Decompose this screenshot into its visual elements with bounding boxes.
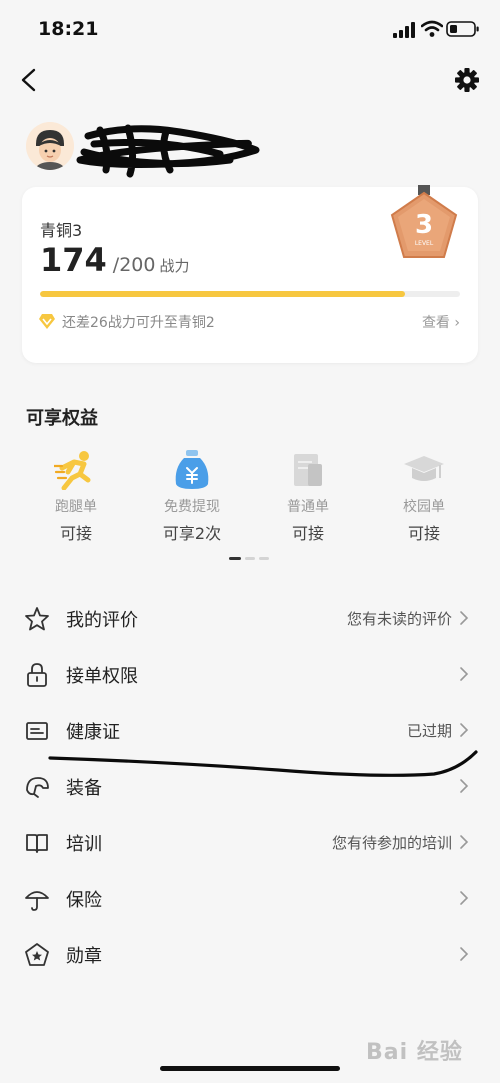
money-bag-icon — [175, 450, 209, 489]
benefits-grid: 跑腿单 可接 免费提现 可享2次 普通单 可接 校园单 可接 — [18, 446, 482, 546]
score-unit: 战力 — [159, 257, 190, 275]
medal-number: 3 — [415, 210, 433, 240]
score-row: 174/200 战力 — [40, 241, 189, 281]
status-bar: 18:21 — [0, 0, 500, 58]
medal-caption: LEVEL — [415, 240, 434, 247]
benefit-label: 免费提现 — [164, 499, 220, 515]
diamond-icon — [39, 314, 55, 329]
id-card-icon — [26, 722, 48, 740]
runner-icon — [54, 451, 91, 490]
chevron-right-icon — [460, 723, 469, 737]
progress-fill — [40, 291, 406, 297]
watermark-logo: Bai 经验 — [366, 1024, 486, 1068]
medal-badge-icon — [25, 943, 49, 966]
chevron-right-icon — [460, 947, 469, 961]
chevron-right-icon — [460, 667, 469, 681]
score-total: /200 — [112, 254, 156, 276]
view-link[interactable]: 查看 › — [422, 312, 460, 332]
benefit-item-campus[interactable]: 校园单 可接 — [366, 446, 482, 546]
menu-item-order-permission[interactable]: 接单权限 — [0, 646, 500, 702]
status-time: 18:21 — [38, 18, 99, 40]
avatar[interactable] — [26, 122, 74, 170]
page-dot — [245, 557, 255, 560]
document-icon — [294, 454, 322, 486]
redacted-name-scribble — [76, 124, 260, 178]
chevron-right-icon — [460, 891, 469, 905]
menu-value: 您有待参加的培训 — [331, 834, 452, 852]
level-name: 青铜3 — [40, 221, 83, 240]
menu-item-training[interactable]: 培训 您有待参加的培训 — [0, 814, 500, 870]
menu-value: 您有未读的评价 — [346, 610, 452, 628]
gear-icon[interactable] — [452, 64, 482, 96]
chevron-right-icon — [460, 835, 469, 849]
graduation-cap-icon — [404, 456, 444, 481]
menu-value: 已过期 — [406, 722, 452, 740]
page-indicator — [229, 557, 273, 561]
benefits-title: 可享权益 — [26, 408, 98, 429]
menu-label: 保险 — [66, 890, 102, 911]
menu-label: 接单权限 — [66, 666, 138, 687]
helmet-icon — [26, 777, 49, 798]
lock-icon — [27, 663, 47, 687]
signal-icon — [393, 22, 415, 38]
benefit-status: 可接 — [291, 524, 324, 543]
ink-annotation-line — [48, 750, 478, 777]
star-icon — [25, 607, 49, 631]
benefit-item-errand[interactable]: 跑腿单 可接 — [18, 446, 134, 546]
progress-track — [40, 291, 460, 297]
benefit-label: 校园单 — [403, 499, 445, 515]
home-indicator — [160, 1066, 340, 1071]
level-card[interactable]: 青铜3 174/200 战力 3 LEVEL 还差26战力可升至青铜2 查看 › — [22, 185, 478, 363]
benefit-status: 可享2次 — [162, 524, 222, 543]
benefit-status: 可接 — [407, 524, 440, 543]
page-dot-active — [229, 557, 241, 560]
menu-label: 培训 — [66, 834, 102, 855]
benefit-status: 可接 — [59, 524, 92, 543]
menu-label: 健康证 — [66, 722, 120, 743]
avatar-illustration — [26, 122, 74, 170]
score-value: 174 — [40, 241, 107, 279]
battery-icon — [446, 21, 479, 37]
benefit-item-normal[interactable]: 普通单 可接 — [250, 446, 366, 546]
watermark-text: Bai 经验 — [366, 1040, 463, 1065]
menu-item-insurance[interactable]: 保险 — [0, 870, 500, 926]
wifi-icon — [421, 20, 443, 37]
umbrella-icon — [25, 891, 49, 911]
menu-label: 我的评价 — [66, 610, 138, 631]
chevron-right-icon — [460, 611, 469, 625]
book-icon — [26, 834, 48, 853]
benefit-item-withdraw[interactable]: 免费提现 可享2次 — [134, 446, 250, 546]
benefit-label: 普通单 — [287, 499, 329, 515]
bronze-medal-icon: 3 LEVEL — [390, 185, 458, 258]
hint-row: 还差26战力可升至青铜2 查看 › — [38, 311, 462, 331]
back-icon[interactable] — [14, 64, 44, 96]
menu-item-medals[interactable]: 勋章 — [0, 926, 500, 982]
benefit-label: 跑腿单 — [55, 499, 97, 515]
menu-label: 勋章 — [66, 946, 102, 967]
menu-item-reviews[interactable]: 我的评价 您有未读的评价 — [0, 590, 500, 646]
upgrade-hint: 还差26战力可升至青铜2 — [62, 315, 215, 331]
page-dot — [259, 557, 269, 560]
